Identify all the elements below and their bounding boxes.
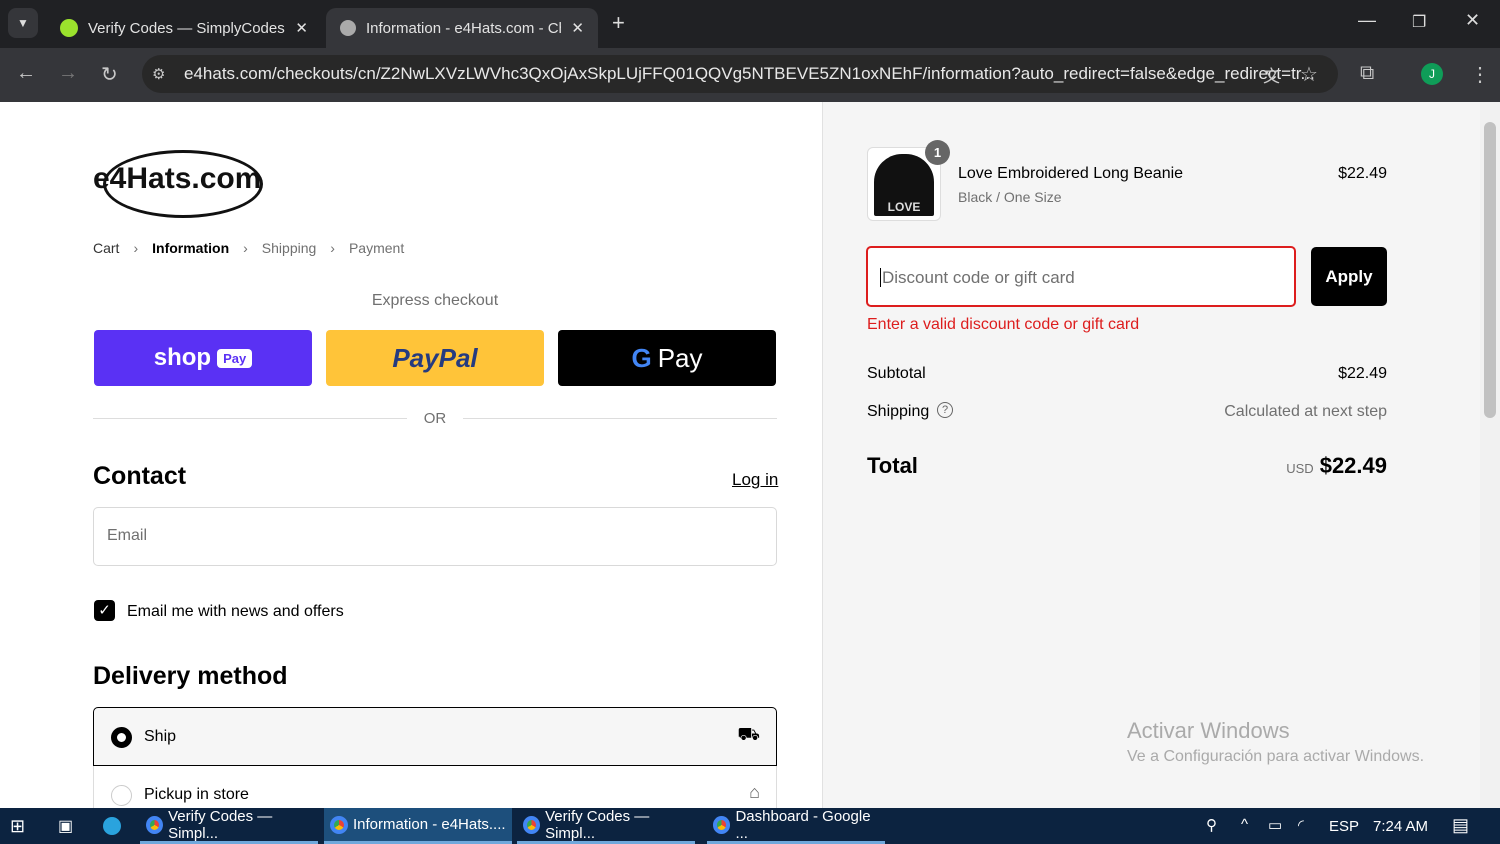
discount-error: Enter a valid discount code or gift card <box>867 316 1140 333</box>
shipping-value: Calculated at next step <box>1224 403 1387 420</box>
product-name: Love Embroidered Long Beanie <box>958 165 1184 182</box>
address-bar[interactable]: e4hats.com/checkouts/cn/Z2NwLXVzLWVhc3Qx… <box>142 55 1338 93</box>
google-pay-button[interactable]: G Pay <box>558 330 776 386</box>
total-label: Total <box>867 453 918 478</box>
reload-icon[interactable]: ↻ <box>101 62 118 87</box>
people-icon[interactable]: ⚲ <box>1206 816 1217 834</box>
quantity-badge: 1 <box>925 140 950 165</box>
checkout-main: e4Hats.com Cart › Information › Shipping › … <box>0 102 822 808</box>
notifications-icon[interactable]: ▤ <box>1452 815 1469 836</box>
scrollbar-thumb[interactable] <box>1484 122 1496 418</box>
taskbar-item[interactable]: Dashboard - Google ... <box>707 808 885 844</box>
product-variant: Black / One Size <box>958 189 1062 205</box>
total-value: USD $22.49 <box>1286 453 1387 478</box>
close-tab-icon[interactable]: ✕ <box>295 19 308 37</box>
news-label: Email me with news and offers <box>127 603 344 620</box>
tray-chevron-icon[interactable]: ^ <box>1241 816 1248 833</box>
translate-icon[interactable]: 文 <box>1263 62 1280 87</box>
globe-icon <box>340 20 356 36</box>
wifi-icon[interactable]: ◜ <box>1298 816 1304 834</box>
shipping-label: Shipping <box>867 403 930 420</box>
tab-strip: ▼ Verify Codes — SimplyCodes ✕ Informati… <box>0 0 1500 48</box>
express-checkout-title: Express checkout <box>371 292 499 309</box>
breadcrumb-payment: Payment <box>348 240 405 256</box>
start-button[interactable]: ⊞ <box>10 816 25 837</box>
shop-pay-button[interactable]: shop Pay <box>94 330 312 386</box>
extensions-icon[interactable]: ⧉ <box>1360 62 1374 85</box>
app-icon[interactable]: ▣ <box>58 816 73 836</box>
store-logo[interactable]: e4Hats.com <box>93 150 293 218</box>
contact-title: Contact <box>93 462 187 490</box>
tab-information[interactable]: Information - e4Hats.com - Che ✕ <box>326 8 598 48</box>
breadcrumb-cart[interactable]: Cart <box>93 240 119 256</box>
delivery-title: Delivery method <box>93 662 288 690</box>
news-checkbox[interactable]: ✓ <box>94 600 115 621</box>
divider <box>463 418 777 419</box>
help-icon[interactable]: ? <box>937 402 953 418</box>
radio-unselected[interactable] <box>111 785 132 806</box>
close-tab-icon[interactable]: ✕ <box>571 19 584 37</box>
truck-icon: ⛟ <box>737 724 760 744</box>
tab-verify-codes[interactable]: Verify Codes — SimplyCodes ✕ <box>46 8 322 48</box>
battery-icon[interactable]: ▭ <box>1268 816 1282 834</box>
subtotal-value: $22.49 <box>1338 365 1387 382</box>
delivery-option-ship[interactable]: Ship ⛟ <box>93 707 777 766</box>
close-window-button[interactable]: ✕ <box>1465 10 1480 31</box>
breadcrumb-information: Information <box>152 240 230 256</box>
taskbar: ⊞ ▣ Verify Codes — Simpl... Information … <box>0 808 1500 844</box>
google-g-icon: G <box>631 342 652 373</box>
menu-icon[interactable]: ⋮ <box>1470 62 1490 87</box>
new-tab-button[interactable]: + <box>612 10 625 36</box>
back-icon[interactable]: ← <box>16 62 36 85</box>
subtotal-label: Subtotal <box>867 365 926 382</box>
store-icon: ⌂ <box>749 782 760 802</box>
apply-button[interactable]: Apply <box>1311 247 1387 306</box>
minimize-button[interactable]: — <box>1358 10 1376 31</box>
radio-selected[interactable] <box>111 727 132 748</box>
forward-icon[interactable]: → <box>58 62 78 85</box>
taskbar-item-active[interactable]: Information - e4Hats.... <box>324 808 512 844</box>
bookmark-star-icon[interactable]: ☆ <box>1300 62 1318 87</box>
divider <box>93 418 407 419</box>
email-field[interactable]: Email <box>93 507 777 566</box>
language-indicator[interactable]: ESP <box>1329 818 1359 835</box>
or-divider: OR <box>423 410 447 427</box>
restore-button[interactable]: ❐ <box>1412 12 1426 32</box>
clock[interactable]: 7:24 AM <box>1373 818 1428 835</box>
taskbar-item[interactable]: Verify Codes — Simpl... <box>140 808 318 844</box>
breadcrumb-shipping: Shipping <box>261 240 317 256</box>
profile-avatar[interactable]: J <box>1421 63 1443 85</box>
product-price: $22.49 <box>1338 165 1387 182</box>
taskbar-item[interactable]: Verify Codes — Simpl... <box>517 808 695 844</box>
discount-input[interactable]: Discount code or gift card <box>866 246 1296 307</box>
scrollbar[interactable] <box>1480 102 1500 808</box>
paypal-button[interactable]: PayPal <box>326 330 544 386</box>
tab-search-button[interactable]: ▼ <box>8 8 38 38</box>
windows-watermark: Activar Windows Ve a Configuración para … <box>1127 718 1425 765</box>
telegram-icon[interactable] <box>103 817 121 835</box>
simplycodes-icon <box>60 19 78 37</box>
site-info-icon[interactable]: ⚙ <box>152 65 165 83</box>
breadcrumb: Cart › Information › Shipping › Payment <box>93 240 405 256</box>
login-link[interactable]: Log in <box>732 470 778 490</box>
